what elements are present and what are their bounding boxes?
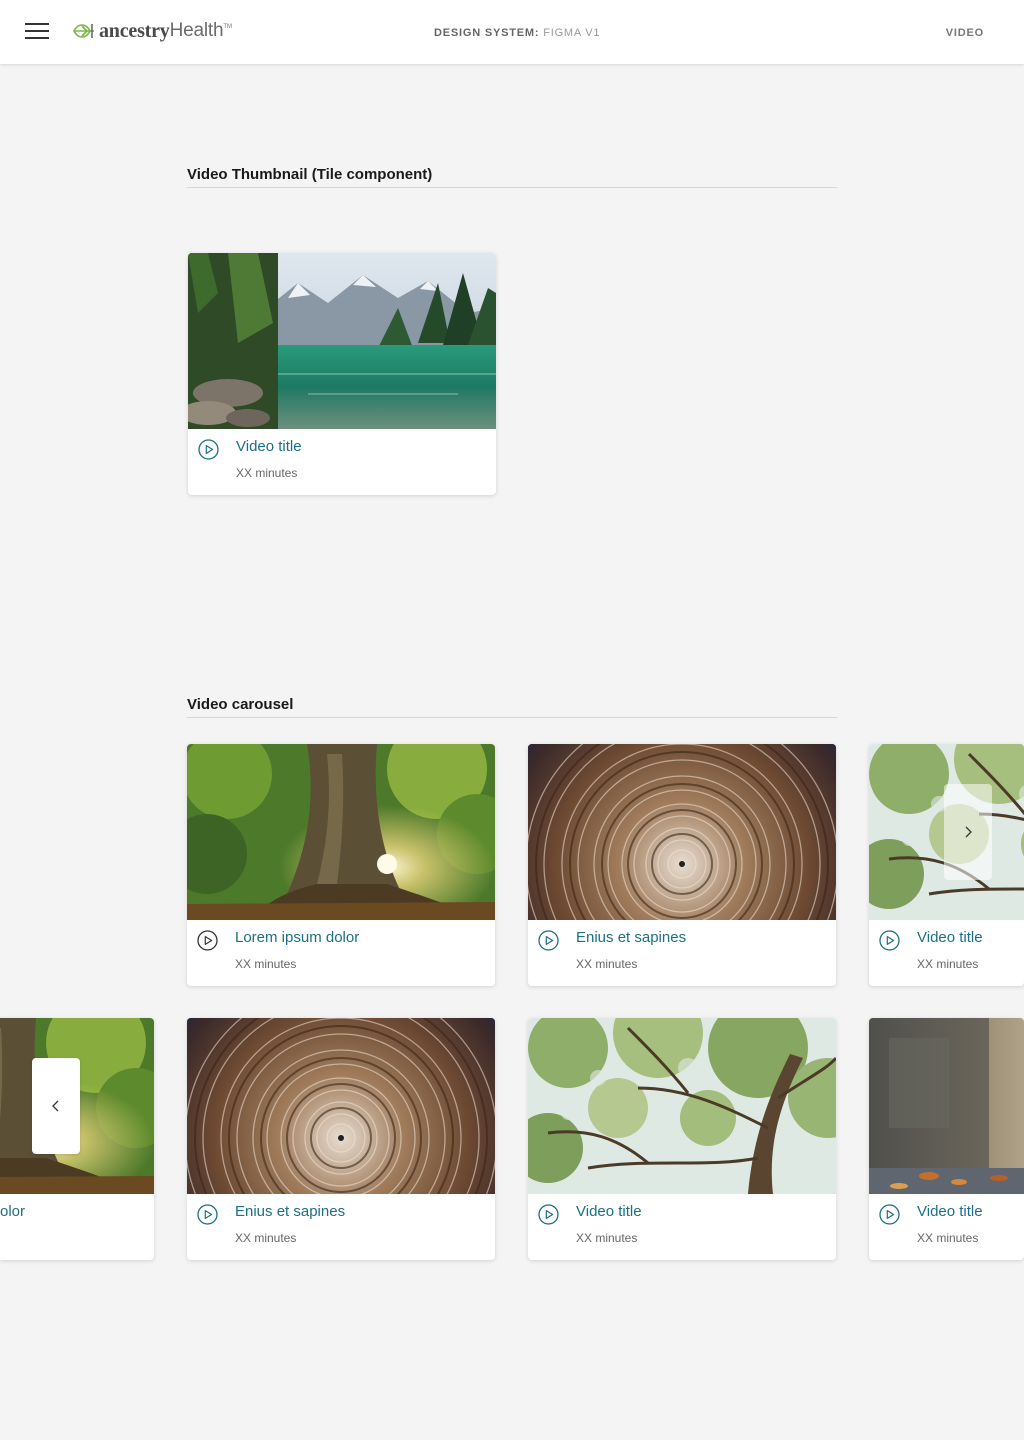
carousel-tile[interactable]: Enius et sapines XX minutes [528,744,836,986]
video-title[interactable]: Video title [917,1203,983,1220]
play-circle-icon[interactable] [879,1204,900,1225]
video-thumbnail-image [187,1018,495,1194]
video-thumbnail-image [528,744,836,920]
section-heading-carousel: Video carousel [187,696,837,718]
brand-name-health: Health [169,20,224,41]
play-circle-icon[interactable] [197,930,218,951]
video-thumbnail-image [187,744,495,920]
design-system-label-key: DESIGN SYSTEM: [434,27,540,39]
video-title[interactable]: olor [0,1203,25,1220]
brand-name-ancestry: ancestry [99,19,170,42]
video-duration: XX minutes [576,1231,638,1245]
video-nav-link[interactable]: VIDEO [946,27,984,39]
video-title[interactable]: Enius et sapines [576,929,686,946]
video-duration: XX minutes [235,957,297,971]
chevron-left-icon [52,1100,59,1112]
video-thumbnail-image [869,1018,1024,1194]
carousel-next-button[interactable] [944,784,992,880]
video-title[interactable]: Video title [576,1203,642,1220]
video-thumbnail-image [528,1018,836,1194]
video-duration: XX minutes [576,957,638,971]
play-circle-icon[interactable] [198,439,219,460]
video-duration: XX minutes [235,1231,297,1245]
design-system-label: DESIGN SYSTEM: FIGMA V1 [434,27,600,39]
video-duration: XX minutes [236,466,298,480]
leaf-logo-icon [73,24,94,38]
video-title[interactable]: Enius et sapines [235,1203,345,1220]
video-tile[interactable]: Video title XX minutes [188,253,496,495]
carousel-tile[interactable]: Video title XX minutes [528,1018,836,1260]
design-system-label-value: FIGMA V1 [543,27,601,39]
chevron-right-icon [965,826,972,838]
play-circle-icon[interactable] [538,930,559,951]
section-heading-thumbnail: Video Thumbnail (Tile component) [187,166,837,188]
video-title[interactable]: Video title [917,929,983,946]
video-title[interactable]: Lorem ipsum dolor [235,929,359,946]
carousel-prev-button[interactable] [32,1058,80,1154]
top-navigation-bar: ancestry Health TM DESIGN SYSTEM: FIGMA … [0,0,1024,64]
video-duration: XX minutes [917,957,979,971]
hamburger-menu-icon[interactable] [25,23,49,41]
play-circle-icon[interactable] [197,1204,218,1225]
carousel-tile[interactable]: Lorem ipsum dolor XX minutes [187,744,495,986]
video-title[interactable]: Video title [236,438,302,455]
play-circle-icon[interactable] [879,930,900,951]
brand-logo[interactable]: ancestry Health TM [72,18,232,44]
video-thumbnail-image [188,253,496,429]
carousel-tile-partial[interactable]: Video title XX minutes [869,1018,1024,1260]
play-circle-icon[interactable] [538,1204,559,1225]
video-duration: XX minutes [917,1231,979,1245]
carousel-tile[interactable]: Enius et sapines XX minutes [187,1018,495,1260]
